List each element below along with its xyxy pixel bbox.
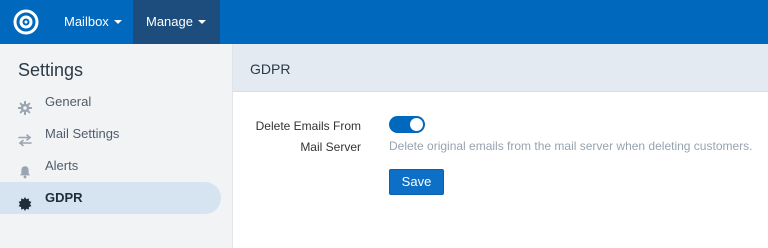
sidebar-item-general[interactable]: General <box>0 86 221 118</box>
delete-emails-label-line2: Mail Server <box>300 140 361 154</box>
arrows-exchange-icon <box>18 127 32 147</box>
helpdesk-logo-icon[interactable] <box>13 9 39 35</box>
sidebar-item-gdpr[interactable]: GDPR <box>0 182 221 214</box>
toggle-knob <box>410 118 423 131</box>
bell-icon <box>18 159 32 179</box>
main-panel: GDPR Delete Emails From Mail Server Dele… <box>232 44 768 248</box>
delete-emails-label-line1: Delete Emails From <box>255 119 361 133</box>
sidebar-item-label: GDPR <box>45 190 83 205</box>
save-button[interactable]: Save <box>389 169 444 195</box>
badge-star-icon <box>18 191 32 211</box>
nav-manage-menu[interactable]: Manage <box>133 0 220 44</box>
delete-emails-help-text: Delete original emails from the mail ser… <box>389 139 753 153</box>
caret-down-icon <box>113 20 122 24</box>
delete-emails-toggle[interactable] <box>389 116 425 133</box>
nav-mailbox-menu[interactable]: Mailbox <box>51 0 135 44</box>
gear-icon <box>18 95 32 115</box>
sidebar-item-mail-settings[interactable]: Mail Settings <box>0 118 221 150</box>
sidebar-item-alerts[interactable]: Alerts <box>0 150 221 182</box>
sidebar-item-label: General <box>45 94 92 109</box>
delete-emails-label: Delete Emails From Mail Server <box>221 116 361 158</box>
top-navbar: Mailbox Manage <box>0 0 768 44</box>
settings-sidebar: Settings General Mail Settings Alerts GD… <box>0 44 230 248</box>
panel-header: GDPR <box>233 44 768 92</box>
caret-down-icon <box>197 20 206 24</box>
sidebar-item-label: Alerts <box>45 158 79 173</box>
sidebar-title: Settings <box>18 60 84 80</box>
sidebar-item-label: Mail Settings <box>45 126 120 141</box>
nav-mailbox-label: Mailbox <box>64 14 109 29</box>
page-title: GDPR <box>250 61 291 77</box>
nav-manage-label: Manage <box>146 14 193 29</box>
